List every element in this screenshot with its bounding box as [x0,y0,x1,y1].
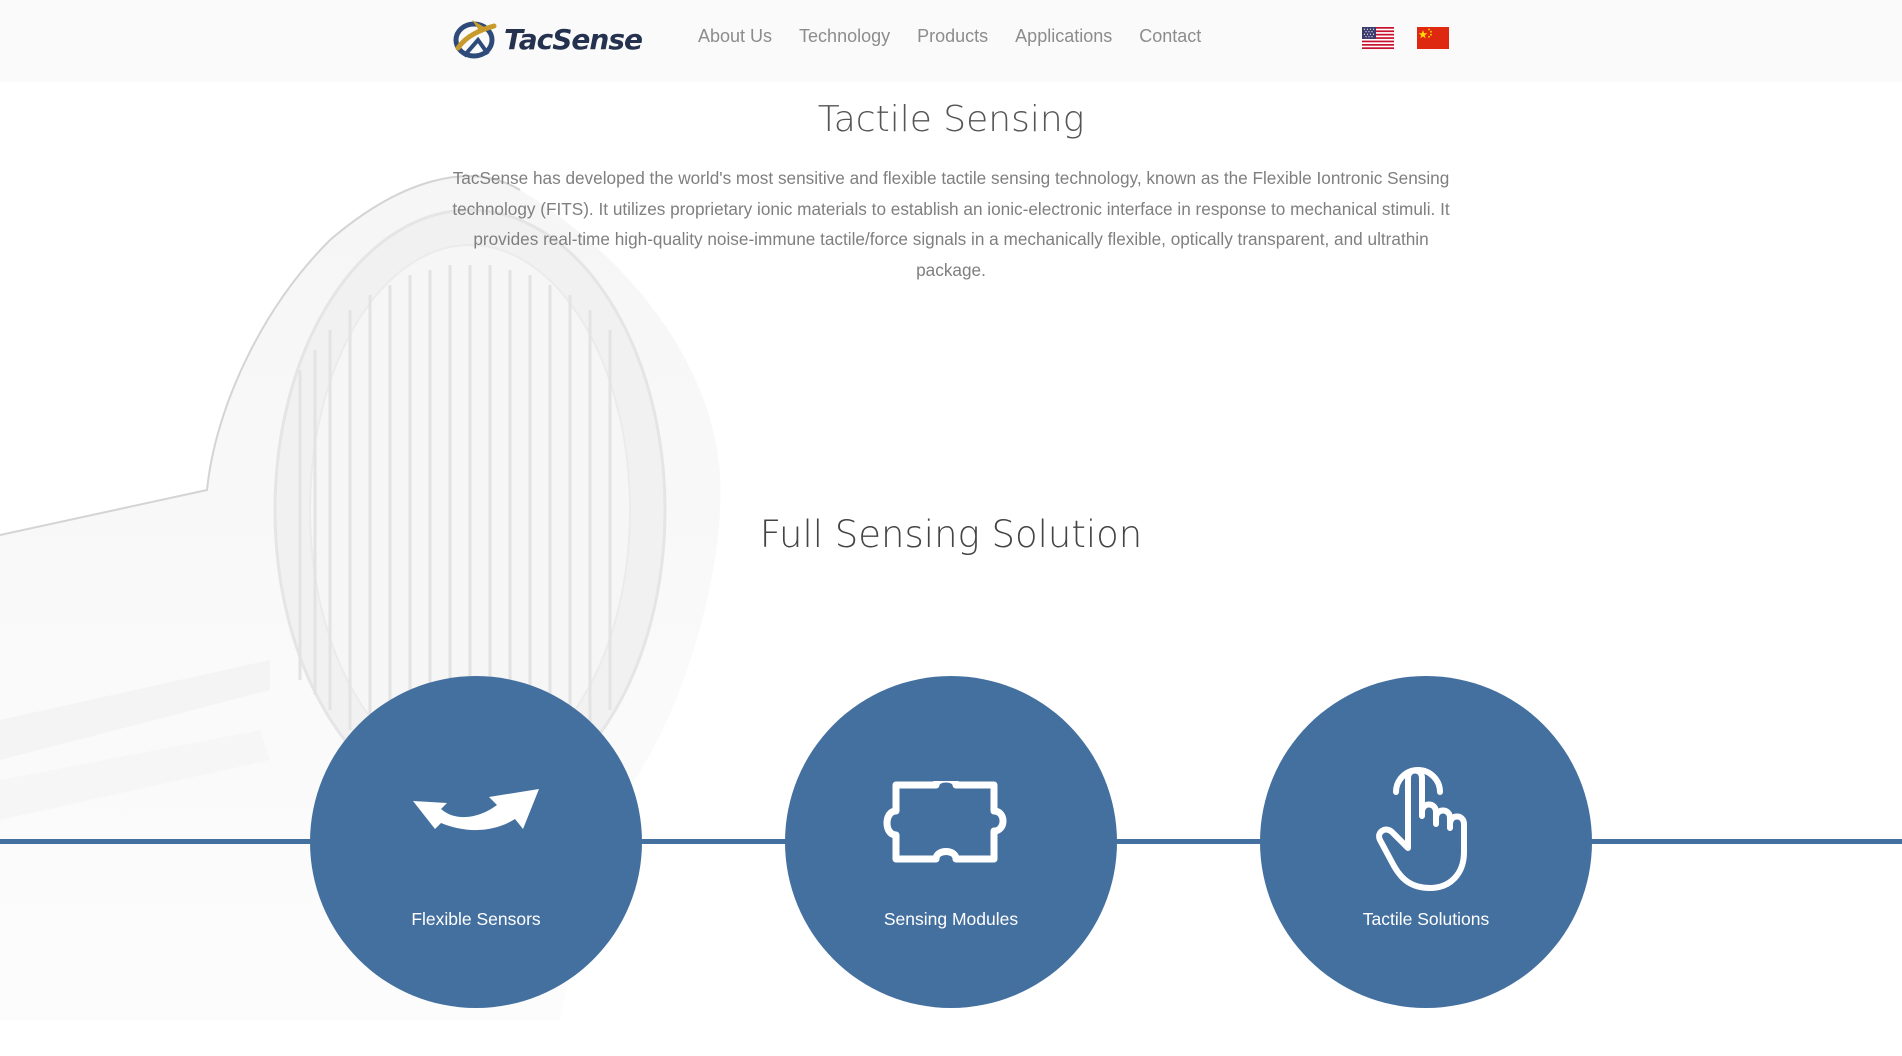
section-title-tactile-sensing: Tactile Sensing [817,99,1085,140]
main-nav: About Us Technology Products Application… [698,26,1201,47]
solution-label: Flexible Sensors [411,909,541,929]
solution-tactile-solutions[interactable]: Tactile Solutions [1260,676,1592,1008]
top-navigation-bar: TacSense About Us Technology Products Ap… [0,0,1902,82]
puzzle-piece-icon [883,781,1007,863]
brand-name: TacSense [504,22,643,56]
nav-about-us[interactable]: About Us [698,26,772,47]
solution-label: Tactile Solutions [1362,909,1490,929]
brand-logo[interactable]: TacSense [452,18,643,60]
tacsense-logo-icon [453,20,497,59]
nav-technology[interactable]: Technology [799,26,890,47]
china-flag-icon[interactable] [1417,27,1449,49]
section-title-full-sensing-solution: Full Sensing Solution [759,513,1143,556]
curved-arrows-icon [413,789,539,831]
touch-hand-icon [1376,767,1467,891]
us-flag-icon[interactable] [1362,27,1394,49]
solution-label: Sensing Modules [883,909,1019,929]
solution-sensing-modules[interactable]: Sensing Modules [785,676,1117,1008]
nav-products[interactable]: Products [917,26,988,47]
nav-contact[interactable]: Contact [1139,26,1201,47]
nav-applications[interactable]: Applications [1015,26,1112,47]
solution-flexible-sensors[interactable]: Flexible Sensors [310,676,642,1008]
intro-paragraph: TacSense has developed the world's most … [452,168,1450,280]
language-switcher [1362,27,1449,49]
